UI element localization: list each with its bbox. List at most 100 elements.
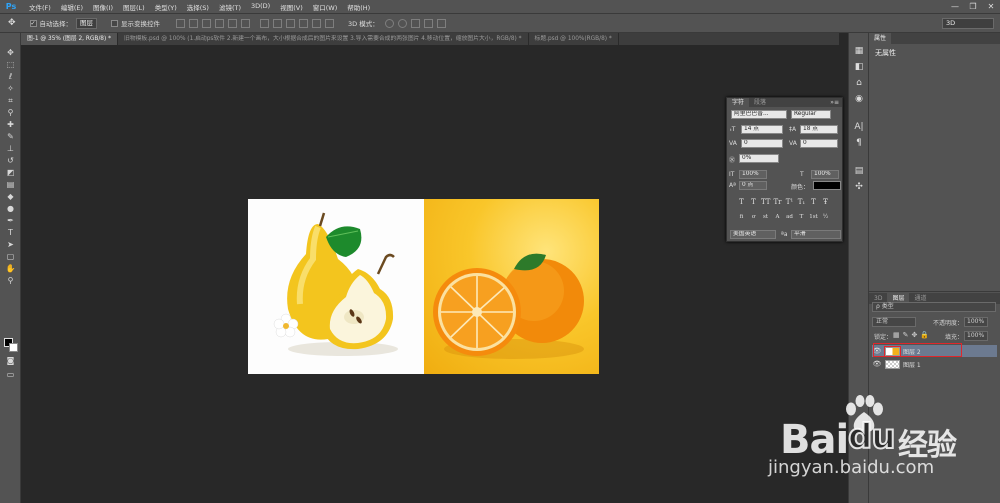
stamp-tool-icon[interactable]: ⊥ — [0, 143, 21, 155]
tab-paragraph[interactable]: 段落 — [749, 98, 771, 107]
close-button[interactable]: ✕ — [984, 1, 998, 12]
brush-presets-icon[interactable]: ⌂ — [849, 75, 869, 91]
tab-properties[interactable]: 属性 — [869, 33, 892, 44]
minimize-button[interactable]: — — [948, 1, 962, 12]
screen-mode-icon[interactable]: ▭ — [0, 369, 21, 381]
opentype-button[interactable]: fi — [737, 213, 746, 222]
fill-field[interactable]: 100% — [964, 331, 988, 341]
font-style-select[interactable]: Regular — [791, 110, 831, 119]
menu-item[interactable]: 滤镜(T) — [214, 2, 246, 12]
opentype-button[interactable]: A — [773, 213, 782, 222]
character-panel-icon[interactable]: A| — [849, 119, 869, 135]
opentype-button[interactable]: ½ — [821, 213, 830, 222]
background-color-swatch[interactable] — [9, 343, 18, 352]
tsume-field[interactable]: 0% — [739, 154, 779, 163]
document-image[interactable] — [248, 199, 599, 374]
move-tool-icon[interactable]: ✥ — [8, 18, 16, 28]
gradient-tool-icon[interactable]: ▤ — [0, 179, 21, 191]
opentype-button[interactable]: st — [761, 213, 770, 222]
3d-scale-icon[interactable] — [436, 18, 446, 28]
3d-roll-icon[interactable] — [397, 18, 407, 28]
font-family-select[interactable]: 阿里巴巴普... — [731, 110, 787, 119]
menu-item[interactable]: 窗口(W) — [308, 2, 343, 12]
opentype-button[interactable]: ad — [785, 213, 794, 222]
text-style-button[interactable]: T — [737, 198, 746, 207]
lasso-tool-icon[interactable]: ℓ — [0, 71, 21, 83]
3d-slide-icon[interactable] — [423, 18, 433, 28]
menu-item[interactable]: 选择(S) — [182, 2, 214, 12]
menu-item[interactable]: 图层(L) — [118, 2, 150, 12]
zoom-tool-icon[interactable]: ⚲ — [0, 275, 21, 287]
menu-item[interactable]: 3D(D) — [246, 2, 275, 12]
font-size-field[interactable]: 14 点 — [741, 125, 783, 134]
history-brush-tool-icon[interactable]: ↺ — [0, 155, 21, 167]
crop-tool-icon[interactable]: ⌗ — [0, 95, 21, 107]
marquee-tool-icon[interactable]: ⬚ — [0, 59, 21, 71]
menu-item[interactable]: 帮助(H) — [342, 2, 375, 12]
healing-tool-icon[interactable]: ✚ — [0, 119, 21, 131]
layer-row[interactable]: 👁 图层 1 — [872, 358, 997, 370]
text-style-button[interactable]: T¹ — [785, 198, 794, 207]
3d-rotate-icon[interactable] — [384, 18, 394, 28]
clone-source-icon[interactable]: ◉ — [849, 91, 869, 107]
horizontal-scale-field[interactable]: 100% — [811, 170, 839, 179]
brush-panel-icon[interactable]: ◧ — [849, 59, 869, 75]
opentype-button[interactable]: 1st — [809, 213, 818, 222]
swatches-icon[interactable]: ▤ — [849, 163, 869, 179]
hand-tool-icon[interactable]: ✋ — [0, 263, 21, 275]
menu-item[interactable]: 编辑(E) — [56, 2, 88, 12]
show-transform-checkbox[interactable] — [111, 19, 119, 27]
align-right-icon[interactable] — [241, 18, 251, 28]
path-select-tool-icon[interactable]: ➤ — [0, 239, 21, 251]
antialias-select[interactable]: 平滑 — [791, 230, 841, 239]
baseline-field[interactable]: 0 点 — [739, 181, 767, 190]
brush-tool-icon[interactable]: ✎ — [0, 131, 21, 143]
3d-pan-icon[interactable] — [410, 18, 420, 28]
quick-mask-icon[interactable]: ◙ — [0, 355, 21, 367]
text-style-button[interactable]: T — [809, 198, 818, 207]
distribute-bottom-icon[interactable] — [286, 18, 296, 28]
align-left-icon[interactable] — [215, 18, 225, 28]
eraser-tool-icon[interactable]: ◩ — [0, 167, 21, 179]
align-center-icon[interactable] — [228, 18, 238, 28]
tools-presets-icon[interactable]: ✣ — [849, 179, 869, 195]
pen-tool-icon[interactable]: ✒ — [0, 215, 21, 227]
align-top-icon[interactable] — [176, 18, 186, 28]
align-middle-icon[interactable] — [189, 18, 199, 28]
tracking-field[interactable]: 0 — [800, 139, 838, 148]
distribute-right-icon[interactable] — [325, 18, 335, 28]
restore-button[interactable]: ❐ — [966, 1, 980, 12]
leading-field[interactable]: 18 点 — [800, 125, 838, 134]
shape-tool-icon[interactable]: ▢ — [0, 251, 21, 263]
align-bottom-icon[interactable] — [202, 18, 212, 28]
menu-item[interactable]: 视图(V) — [275, 2, 308, 12]
dodge-tool-icon[interactable]: ● — [0, 203, 21, 215]
distribute-left-icon[interactable] — [299, 18, 309, 28]
layer-filter-dropdown[interactable]: ρ 类型 — [872, 302, 996, 312]
blend-mode-dropdown[interactable]: 正常 — [872, 317, 916, 327]
blur-tool-icon[interactable]: ◆ — [0, 191, 21, 203]
tab-character[interactable]: 字符 — [727, 98, 750, 107]
lock-icons[interactable]: ▦✎✥🔒 — [893, 331, 932, 339]
menu-item[interactable]: 类型(Y) — [150, 2, 182, 12]
move-tool-icon[interactable]: ✥ — [0, 47, 21, 59]
distribute-center-icon[interactable] — [312, 18, 322, 28]
distribute-top-icon[interactable] — [260, 18, 270, 28]
eyedropper-tool-icon[interactable]: ⚲ — [0, 107, 21, 119]
opentype-button[interactable]: T — [797, 213, 806, 222]
text-style-button[interactable]: T₁ — [797, 198, 806, 207]
language-select[interactable]: 美国英语 — [730, 230, 776, 239]
vertical-scale-field[interactable]: 100% — [739, 170, 767, 179]
distribute-middle-icon[interactable] — [273, 18, 283, 28]
auto-select-checkbox[interactable]: ✓ — [29, 19, 37, 27]
menu-item[interactable]: 文件(F) — [24, 2, 56, 12]
document-tab[interactable]: 标题.psd @ 100%(RGB/8) * — [529, 33, 619, 45]
auto-select-dropdown[interactable]: 图层 — [76, 17, 98, 29]
text-color-swatch[interactable] — [813, 181, 841, 190]
document-tab[interactable]: 图-1 @ 35% (图层 2, RGB/8) * — [21, 33, 118, 45]
visibility-eye-icon[interactable]: 👁 — [872, 360, 882, 368]
kerning-field[interactable]: 0 — [741, 139, 783, 148]
menu-item[interactable]: 图像(I) — [88, 2, 118, 12]
text-style-button[interactable]: T — [749, 198, 758, 207]
text-style-button[interactable]: Tr — [773, 198, 782, 207]
